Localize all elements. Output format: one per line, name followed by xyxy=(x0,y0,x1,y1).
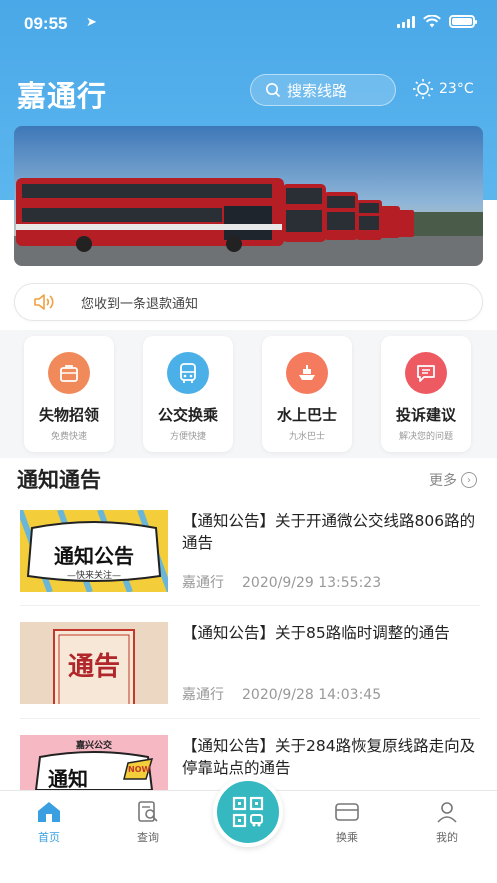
notice-text: 您收到一条退款通知 xyxy=(81,296,199,312)
bag-icon xyxy=(48,352,90,394)
service-complaint[interactable]: 投诉建议 解决您的问题 xyxy=(381,336,471,452)
location-arrow-icon: ➤ xyxy=(86,15,97,30)
news-thumbnail: 嘉兴公交 通知 NOW xyxy=(20,735,168,790)
service-bus-transfer[interactable]: 公交换乘 方便快捷 xyxy=(143,336,233,452)
thumb-top-text: 嘉兴公交 xyxy=(75,741,112,751)
qr-bus-icon xyxy=(232,796,264,828)
news-date: 2020/9/29 13:55:23 xyxy=(242,575,382,591)
service-label: 水上巴士 xyxy=(276,406,337,424)
message-icon xyxy=(405,352,447,394)
news-title: 【通知公告】关于85路临时调整的通告 xyxy=(182,624,450,642)
divider xyxy=(20,605,480,606)
thumb-subtext: —快来关注— xyxy=(66,571,121,581)
tab-label: 换乘 xyxy=(336,831,358,844)
news-item[interactable]: 通知公告 —快来关注— 【通知公告】关于开通微公交线路806路的通告 嘉通行 20… xyxy=(20,510,480,610)
user-icon xyxy=(407,799,487,825)
tab-query[interactable]: 查询 xyxy=(108,799,188,845)
status-bar: 09:55 ➤ xyxy=(0,0,497,46)
search-route-button[interactable]: 搜索线路 xyxy=(250,74,396,106)
card-icon xyxy=(307,799,387,825)
app-title: 嘉通行 xyxy=(17,79,108,113)
news-item[interactable]: 通告 【通知公告】关于85路临时调整的通告 嘉通行 2020/9/28 14:03… xyxy=(20,622,480,722)
more-label: 更多 xyxy=(429,473,457,489)
tab-home[interactable]: 首页 xyxy=(9,799,89,845)
wifi-icon xyxy=(423,15,441,28)
tab-mine[interactable]: 我的 xyxy=(407,799,487,845)
section-title: 通知通告 xyxy=(17,468,101,492)
tab-transfer[interactable]: 换乘 xyxy=(307,799,387,845)
tab-label: 首页 xyxy=(38,831,60,844)
temperature: 23°C xyxy=(439,81,474,97)
news-date: 2020/9/28 14:03:45 xyxy=(242,687,382,703)
news-title: 【通知公告】关于开通微公交线路806路的通告 xyxy=(182,512,476,552)
tab-label: 我的 xyxy=(436,831,458,844)
search-placeholder: 搜索线路 xyxy=(287,81,348,100)
status-time: 09:55 xyxy=(24,14,68,33)
service-sub: 九水巴士 xyxy=(288,432,325,442)
news-meta: 嘉通行 2020/9/29 13:55:23 xyxy=(182,572,381,592)
search-icon xyxy=(266,83,281,98)
news-title: 【通知公告】关于284路恢复原线路走向及停靠站点的通告 xyxy=(182,737,476,777)
divider xyxy=(20,718,480,719)
service-sub: 解决您的问题 xyxy=(398,432,453,442)
scan-qr-button[interactable] xyxy=(213,777,283,847)
signal-icon xyxy=(397,15,415,28)
news-thumbnail: 通告 xyxy=(20,622,168,704)
service-lost-found[interactable]: 失物招领 免费快速 xyxy=(24,336,114,452)
battery-icon xyxy=(449,15,477,28)
news-meta: 嘉通行 2020/9/28 14:03:45 xyxy=(182,684,381,704)
service-water-bus[interactable]: 水上巴士 九水巴士 xyxy=(262,336,352,452)
news-source: 嘉通行 xyxy=(182,575,224,591)
status-icons xyxy=(397,15,477,28)
thumb-text: 通知 xyxy=(48,767,88,790)
thumb-text: 通知公告 xyxy=(54,544,134,568)
thumb-badge: NOW xyxy=(128,765,151,774)
more-link[interactable]: 更多 › xyxy=(429,470,477,490)
boat-icon xyxy=(286,352,328,394)
service-label: 公交换乘 xyxy=(157,406,218,424)
news-source: 嘉通行 xyxy=(182,687,224,703)
sun-icon xyxy=(413,79,433,99)
service-label: 投诉建议 xyxy=(395,406,456,424)
bus-icon xyxy=(167,352,209,394)
query-icon xyxy=(108,799,188,825)
service-label: 失物招领 xyxy=(38,406,99,424)
weather: 23°C xyxy=(412,78,474,100)
news-thumbnail: 通知公告 —快来关注— xyxy=(20,510,168,592)
home-icon xyxy=(9,799,89,825)
thumb-text: 通告 xyxy=(67,652,120,682)
notice-bar[interactable]: 您收到一条退款通知 xyxy=(14,283,483,321)
banner-image[interactable] xyxy=(14,126,483,266)
service-sub: 方便快捷 xyxy=(169,432,206,442)
speaker-icon xyxy=(34,294,54,310)
service-sub: 免费快速 xyxy=(50,432,87,442)
chevron-right-icon: › xyxy=(461,472,477,488)
tab-label: 查询 xyxy=(137,831,159,844)
bus-fleet-image xyxy=(14,126,483,266)
